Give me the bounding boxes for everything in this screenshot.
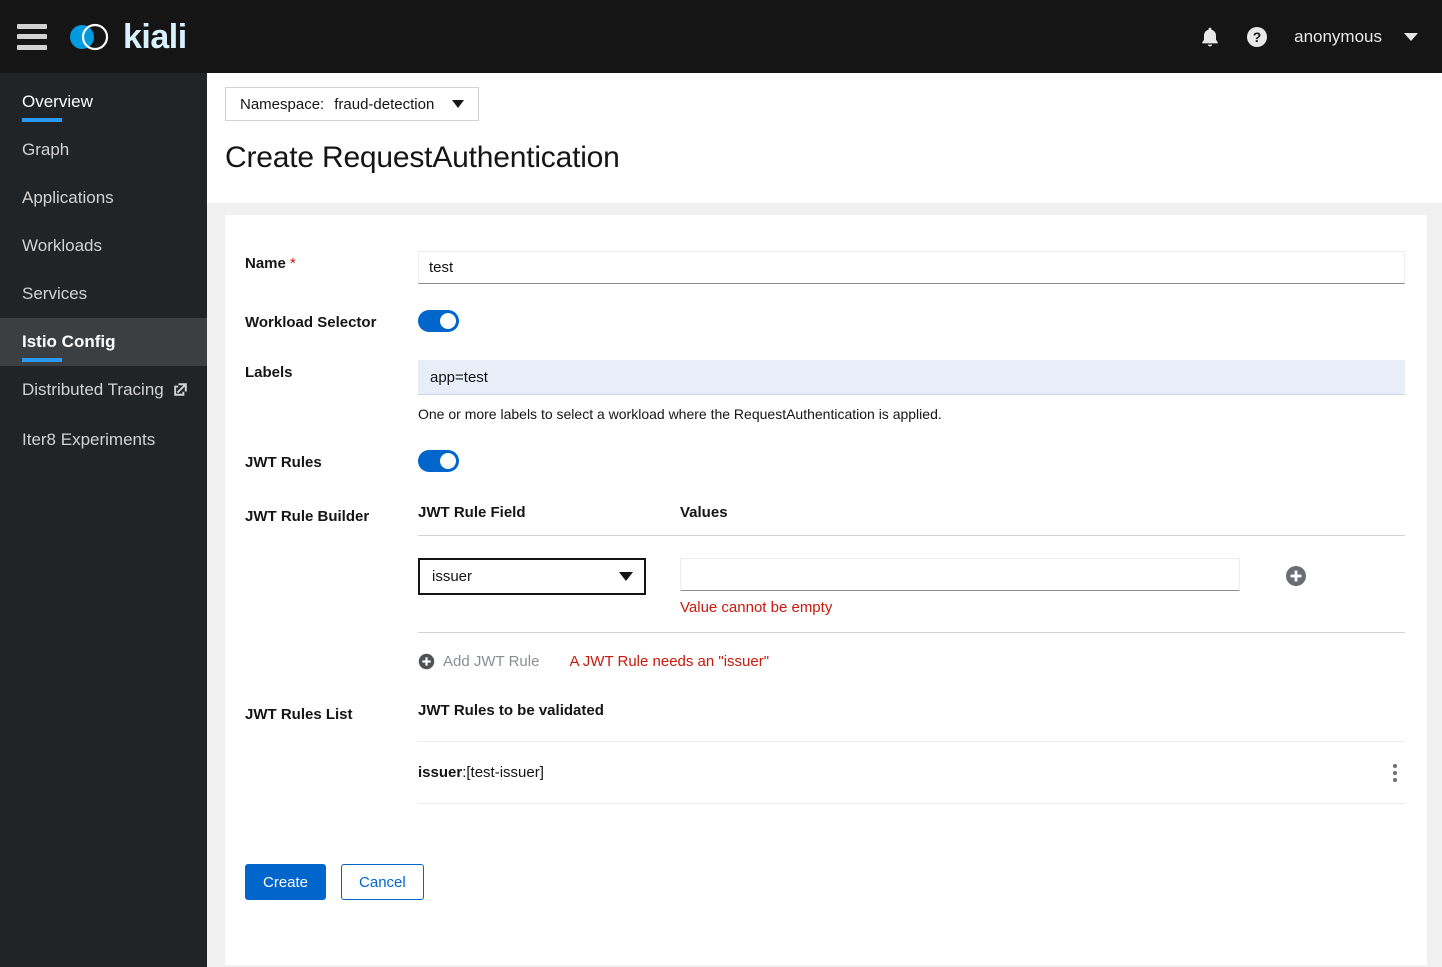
namespace-value: fraud-detection	[334, 95, 435, 113]
jwt-rule-key: issuer	[418, 764, 463, 781]
sidebar-item-iter8-experiments[interactable]: Iter8 Experiments	[0, 416, 207, 464]
sidebar-item-label: Applications	[22, 188, 114, 207]
toggle-knob	[440, 313, 456, 329]
sidebar-item-distributed-tracing[interactable]: Distributed Tracing	[0, 366, 207, 416]
plus-circle-icon	[1286, 566, 1306, 586]
add-jwt-rule-row: Add JWT Rule A JWT Rule needs an "issuer…	[418, 632, 1405, 670]
builder-column-headers: JWT Rule Field Values	[418, 504, 1409, 535]
jwt-rules-list-title: JWT Rules to be validated	[418, 702, 604, 719]
sidebar-item-label: Iter8 Experiments	[22, 430, 156, 449]
page-title: Create RequestAuthentication	[225, 141, 620, 174]
chevron-down-icon	[619, 572, 633, 581]
brand[interactable]: kiali	[67, 20, 187, 54]
masthead-toolbar: ? anonymous	[1200, 26, 1442, 48]
active-underline	[22, 118, 62, 122]
brand-title: kiali	[123, 17, 187, 56]
cancel-button[interactable]: Cancel	[341, 864, 424, 900]
field-row-workload-selector: Workload Selector	[225, 310, 1427, 360]
user-menu[interactable]: anonymous	[1294, 27, 1418, 47]
field-row-jwt-rules-list: JWT Rules List JWT Rules to be validated…	[225, 670, 1427, 804]
user-name-label: anonymous	[1294, 26, 1382, 46]
jwt-rule-values-input[interactable]	[680, 558, 1240, 591]
values-error-message: Value cannot be empty	[680, 599, 833, 616]
workload-selector-toggle[interactable]	[418, 310, 459, 332]
namespace-selector[interactable]: Namespace: fraud-detection	[225, 87, 480, 121]
main-content: Namespace: fraud-detection Create Reques…	[207, 73, 1442, 967]
question-circle-icon[interactable]: ?	[1246, 26, 1268, 48]
jwt-rules-toggle[interactable]	[418, 450, 459, 472]
sidebar-item-applications[interactable]: Applications	[0, 174, 207, 222]
labels-helper-text: One or more labels to select a workload …	[418, 406, 942, 422]
create-button[interactable]: Create	[245, 864, 327, 900]
form-actions: Create Cancel	[225, 804, 1427, 900]
svg-text:?: ?	[1253, 29, 1262, 45]
field-row-name: Name *	[225, 251, 1427, 310]
active-underline	[22, 358, 62, 362]
sidebar-item-graph[interactable]: Graph	[0, 126, 207, 174]
kiali-logo-icon	[70, 23, 109, 50]
sidebar-item-services[interactable]: Services	[0, 270, 207, 318]
column-header-values: Values	[680, 504, 728, 521]
name-label: Name *	[245, 251, 418, 284]
name-input[interactable]	[418, 251, 1405, 284]
required-marker: *	[290, 255, 296, 272]
jwt-rule-builder-row: issuer Value cannot be empty	[418, 536, 1405, 616]
bell-icon[interactable]	[1200, 26, 1220, 48]
field-row-jwt-rule-builder: JWT Rule Builder JWT Rule Field Values i…	[225, 504, 1427, 670]
namespace-label: Namespace:	[240, 95, 325, 113]
hamburger-menu-icon[interactable]	[17, 23, 47, 50]
column-header-jwt-rule-field: JWT Rule Field	[418, 504, 526, 521]
create-request-authentication-form: Name * Workload Selector Labels One or m…	[225, 215, 1427, 965]
jwt-rule-value: [test-issuer]	[466, 764, 544, 781]
card-container: Name * Workload Selector Labels One or m…	[207, 203, 1442, 965]
jwt-rules-list-item: issuer : [test-issuer]	[418, 742, 1405, 804]
field-row-labels: Labels One or more labels to select a wo…	[225, 360, 1427, 450]
sidebar-navigation: Overview Graph Applications Workloads Se…	[0, 73, 207, 967]
sidebar-item-label: Services	[22, 284, 88, 303]
sidebar-item-overview[interactable]: Overview	[0, 78, 207, 126]
chevron-down-icon[interactable]	[1404, 32, 1418, 41]
labels-input[interactable]	[418, 360, 1405, 395]
masthead: kiali ? anonymous	[0, 0, 1442, 73]
values-column: Value cannot be empty	[680, 558, 1240, 616]
toggle-knob	[440, 453, 456, 469]
workload-selector-label: Workload Selector	[245, 314, 377, 331]
sidebar-item-label: Overview	[22, 92, 93, 111]
external-link-icon	[173, 380, 188, 404]
name-label-text: Name	[245, 255, 286, 272]
jwt-rule-field-select[interactable]: issuer	[418, 558, 646, 595]
jwt-rule-kebab-menu-icon[interactable]	[1393, 761, 1405, 785]
jwt-rules-list-label: JWT Rules List	[245, 706, 353, 723]
jwt-rules-label: JWT Rules	[245, 454, 322, 471]
labels-label: Labels	[245, 364, 293, 381]
sidebar-item-label: Workloads	[22, 236, 102, 255]
add-jwt-rule-button[interactable]: Add JWT Rule	[418, 653, 539, 670]
plus-circle-icon	[418, 653, 435, 670]
sidebar-item-label: Istio Config	[22, 332, 116, 351]
add-value-button[interactable]	[1285, 565, 1307, 592]
field-row-jwt-rules: JWT Rules	[225, 450, 1427, 504]
sidebar-item-workloads[interactable]: Workloads	[0, 222, 207, 270]
jwt-rule-field-selected-value: issuer	[432, 568, 473, 585]
page-header: Namespace: fraud-detection Create Reques…	[207, 73, 1442, 203]
add-jwt-rule-label: Add JWT Rule	[443, 653, 540, 670]
sidebar-item-label: Distributed Tracing	[22, 380, 164, 399]
jwt-rule-issuer-error: A JWT Rule needs an "issuer"	[569, 653, 770, 670]
sidebar-item-istio-config[interactable]: Istio Config	[0, 318, 207, 366]
jwt-rule-builder-label: JWT Rule Builder	[245, 508, 370, 525]
sidebar-item-label: Graph	[22, 140, 70, 159]
chevron-down-icon	[452, 100, 465, 108]
